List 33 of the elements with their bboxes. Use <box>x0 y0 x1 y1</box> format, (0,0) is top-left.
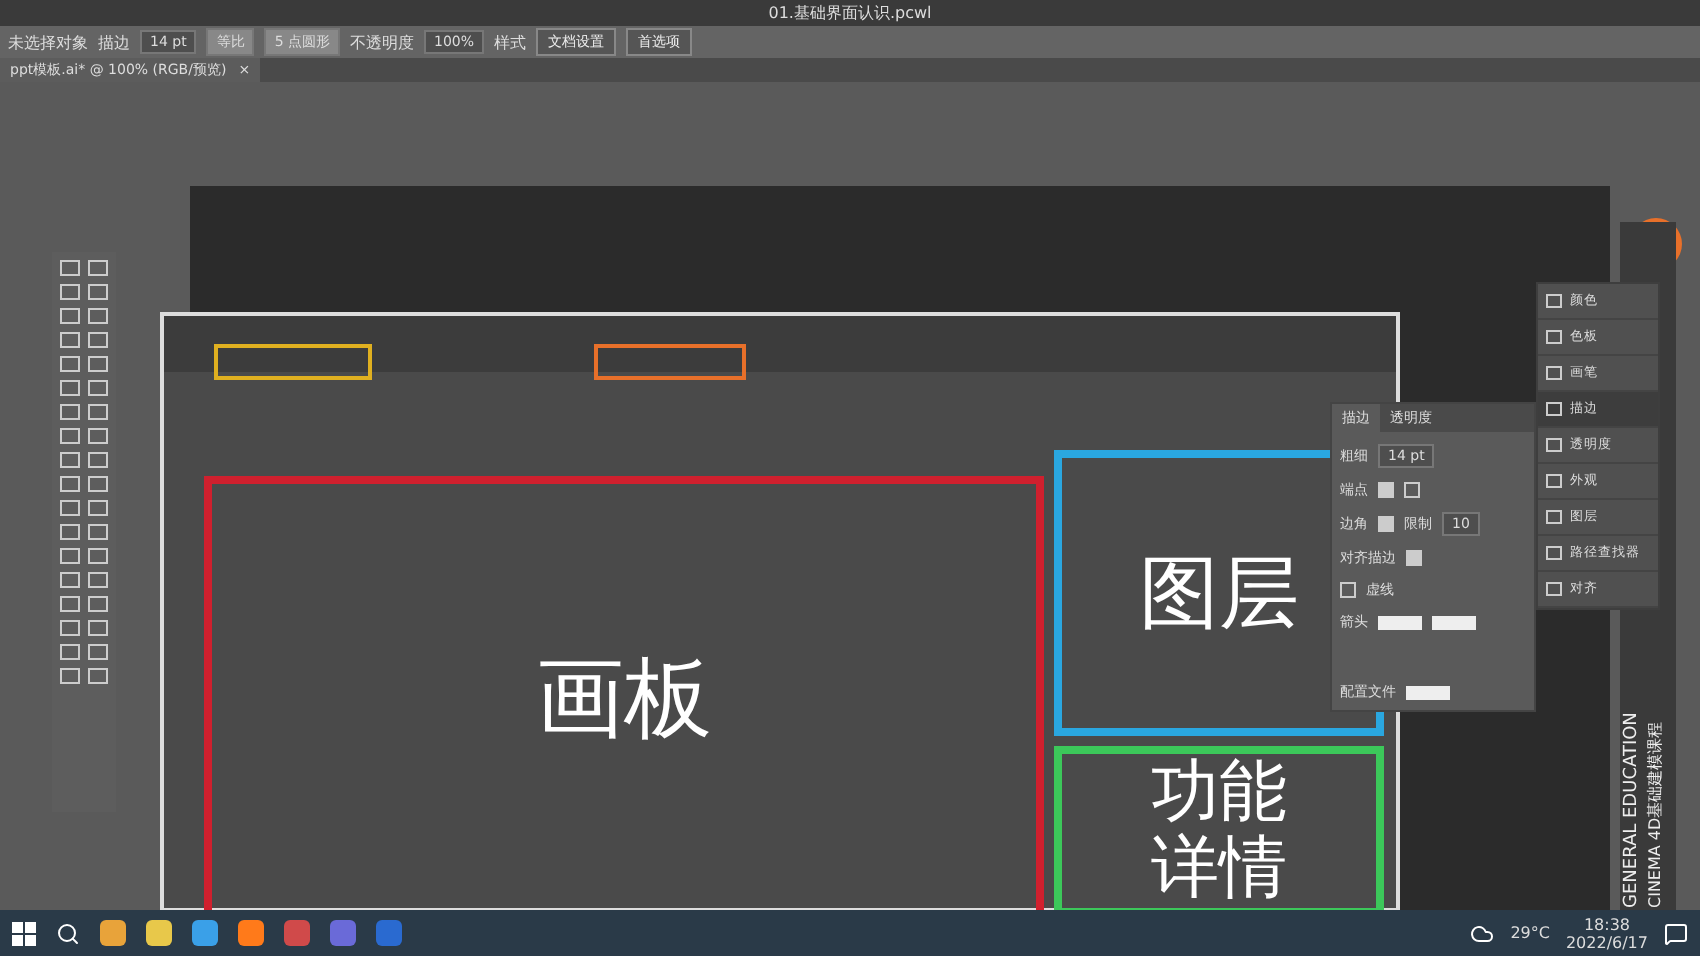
panel-icon <box>1546 294 1562 308</box>
region-label: 画板 <box>536 652 712 750</box>
panel-icon <box>1546 582 1562 596</box>
arrow-swatch[interactable] <box>1378 615 1422 629</box>
arrow-swatch[interactable] <box>1432 615 1476 629</box>
banner-text: GENERAL EDUCATION <box>1620 710 1644 908</box>
region-label: 图层 <box>1139 549 1299 637</box>
profile-swatch[interactable] <box>1406 685 1450 699</box>
weather-text: 29°C <box>1510 924 1550 942</box>
panel-icon <box>1546 438 1562 452</box>
region-label: 功能详情 <box>1149 756 1289 906</box>
panel-icon <box>1546 510 1562 524</box>
app-icon[interactable] <box>100 920 126 946</box>
style-label: 样式 <box>494 31 527 53</box>
notification-icon[interactable] <box>1664 921 1688 945</box>
stroke-label: 描边 <box>98 31 130 53</box>
panel-icon <box>1546 546 1562 560</box>
app-icon[interactable] <box>146 920 172 946</box>
panel-icon <box>1546 366 1562 380</box>
banner-text: CINEMA 4D基础建模课程 <box>1644 719 1666 908</box>
app-icon[interactable] <box>238 920 264 946</box>
panel-icon <box>1546 474 1562 488</box>
clock[interactable]: 18:38 2022/6/17 <box>1565 915 1648 951</box>
panel-icon <box>1546 402 1562 416</box>
cloud-icon <box>1470 921 1495 945</box>
search-icon[interactable] <box>56 921 80 945</box>
app-icon[interactable] <box>192 920 218 946</box>
window-title: 01.基础界面认识.pcwl <box>768 2 932 24</box>
selection-label: 未选择对象 <box>8 31 88 53</box>
panel-icon <box>1546 330 1562 344</box>
checkbox[interactable] <box>1340 582 1356 598</box>
windows-icon[interactable] <box>12 921 36 945</box>
opacity-label: 不透明度 <box>350 31 415 53</box>
